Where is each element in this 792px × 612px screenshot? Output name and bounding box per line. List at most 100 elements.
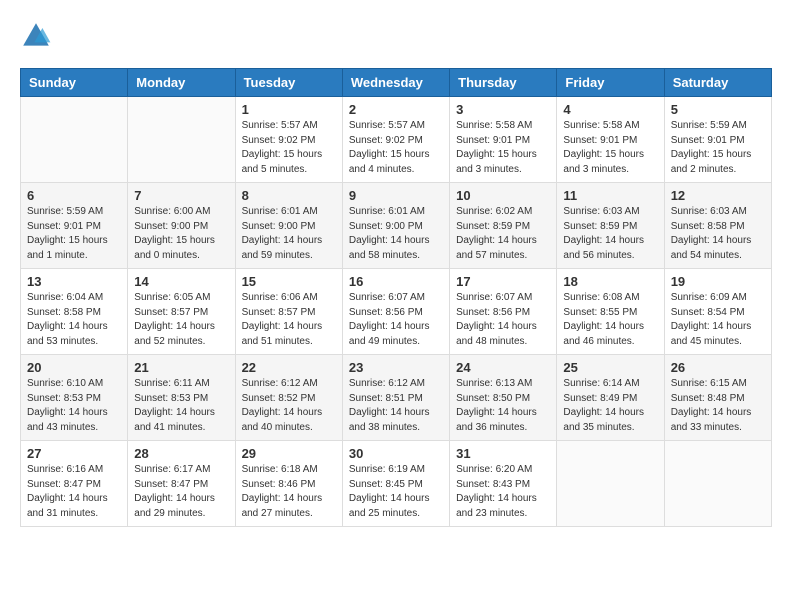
calendar-cell: 23 Sunrise: 6:12 AM Sunset: 8:51 PM Dayli… bbox=[342, 355, 449, 441]
calendar-cell: 3 Sunrise: 5:58 AM Sunset: 9:01 PM Daylig… bbox=[450, 97, 557, 183]
day-number: 13 bbox=[27, 274, 121, 289]
calendar-cell: 20 Sunrise: 6:10 AM Sunset: 8:53 PM Dayli… bbox=[21, 355, 128, 441]
calendar-table: SundayMondayTuesdayWednesdayThursdayFrid… bbox=[20, 68, 772, 527]
day-number: 11 bbox=[563, 188, 657, 203]
calendar-cell: 4 Sunrise: 5:58 AM Sunset: 9:01 PM Daylig… bbox=[557, 97, 664, 183]
calendar-cell: 19 Sunrise: 6:09 AM Sunset: 8:54 PM Dayli… bbox=[664, 269, 771, 355]
day-number: 22 bbox=[242, 360, 336, 375]
day-info: Sunrise: 5:59 AM Sunset: 9:01 PM Dayligh… bbox=[671, 119, 765, 177]
calendar-week-row: 6 Sunrise: 5:59 AM Sunset: 9:01 PM Daylig… bbox=[21, 183, 772, 269]
day-number: 25 bbox=[563, 360, 657, 375]
calendar-cell: 11 Sunrise: 6:03 AM Sunset: 8:59 PM Dayli… bbox=[557, 183, 664, 269]
calendar-cell: 25 Sunrise: 6:14 AM Sunset: 8:49 PM Dayli… bbox=[557, 355, 664, 441]
day-number: 26 bbox=[671, 360, 765, 375]
calendar-week-row: 1 Sunrise: 5:57 AM Sunset: 9:02 PM Daylig… bbox=[21, 97, 772, 183]
calendar-cell: 16 Sunrise: 6:07 AM Sunset: 8:56 PM Dayli… bbox=[342, 269, 449, 355]
day-number: 10 bbox=[456, 188, 550, 203]
day-header-thursday: Thursday bbox=[450, 69, 557, 97]
day-number: 19 bbox=[671, 274, 765, 289]
day-number: 9 bbox=[349, 188, 443, 203]
day-info: Sunrise: 6:13 AM Sunset: 8:50 PM Dayligh… bbox=[456, 377, 550, 435]
logo-icon bbox=[20, 20, 52, 52]
day-number: 23 bbox=[349, 360, 443, 375]
day-number: 1 bbox=[242, 102, 336, 117]
calendar-cell: 15 Sunrise: 6:06 AM Sunset: 8:57 PM Dayli… bbox=[235, 269, 342, 355]
day-number: 24 bbox=[456, 360, 550, 375]
calendar-cell bbox=[21, 97, 128, 183]
calendar-cell: 21 Sunrise: 6:11 AM Sunset: 8:53 PM Dayli… bbox=[128, 355, 235, 441]
day-header-tuesday: Tuesday bbox=[235, 69, 342, 97]
day-info: Sunrise: 6:12 AM Sunset: 8:51 PM Dayligh… bbox=[349, 377, 443, 435]
day-info: Sunrise: 6:00 AM Sunset: 9:00 PM Dayligh… bbox=[134, 205, 228, 263]
day-info: Sunrise: 6:01 AM Sunset: 9:00 PM Dayligh… bbox=[349, 205, 443, 263]
day-header-monday: Monday bbox=[128, 69, 235, 97]
day-info: Sunrise: 6:20 AM Sunset: 8:43 PM Dayligh… bbox=[456, 463, 550, 521]
day-info: Sunrise: 6:07 AM Sunset: 8:56 PM Dayligh… bbox=[456, 291, 550, 349]
day-info: Sunrise: 6:14 AM Sunset: 8:49 PM Dayligh… bbox=[563, 377, 657, 435]
day-info: Sunrise: 6:07 AM Sunset: 8:56 PM Dayligh… bbox=[349, 291, 443, 349]
day-number: 31 bbox=[456, 446, 550, 461]
day-number: 27 bbox=[27, 446, 121, 461]
calendar-cell bbox=[128, 97, 235, 183]
day-number: 2 bbox=[349, 102, 443, 117]
day-info: Sunrise: 6:04 AM Sunset: 8:58 PM Dayligh… bbox=[27, 291, 121, 349]
day-number: 30 bbox=[349, 446, 443, 461]
day-header-friday: Friday bbox=[557, 69, 664, 97]
calendar-cell: 31 Sunrise: 6:20 AM Sunset: 8:43 PM Dayli… bbox=[450, 441, 557, 527]
calendar-cell: 14Sunrise: 6:05 AM Sunset: 8:57 PM Dayli… bbox=[128, 269, 235, 355]
calendar-cell: 24 Sunrise: 6:13 AM Sunset: 8:50 PM Dayli… bbox=[450, 355, 557, 441]
day-info: Sunrise: 6:09 AM Sunset: 8:54 PM Dayligh… bbox=[671, 291, 765, 349]
day-number: 21 bbox=[134, 360, 228, 375]
day-info: Sunrise: 5:58 AM Sunset: 9:01 PM Dayligh… bbox=[456, 119, 550, 177]
day-info: Sunrise: 6:03 AM Sunset: 8:58 PM Dayligh… bbox=[671, 205, 765, 263]
day-info: Sunrise: 6:15 AM Sunset: 8:48 PM Dayligh… bbox=[671, 377, 765, 435]
day-info: Sunrise: 6:11 AM Sunset: 8:53 PM Dayligh… bbox=[134, 377, 228, 435]
day-info: Sunrise: 5:58 AM Sunset: 9:01 PM Dayligh… bbox=[563, 119, 657, 177]
day-number: 28 bbox=[134, 446, 228, 461]
day-info: Sunrise: 6:12 AM Sunset: 8:52 PM Dayligh… bbox=[242, 377, 336, 435]
calendar-week-row: 13 Sunrise: 6:04 AM Sunset: 8:58 PM Dayli… bbox=[21, 269, 772, 355]
day-info: Sunrise: 6:06 AM Sunset: 8:57 PM Dayligh… bbox=[242, 291, 336, 349]
calendar-cell: 30 Sunrise: 6:19 AM Sunset: 8:45 PM Dayli… bbox=[342, 441, 449, 527]
calendar-cell: 9 Sunrise: 6:01 AM Sunset: 9:00 PM Daylig… bbox=[342, 183, 449, 269]
calendar-cell: 28Sunrise: 6:17 AM Sunset: 8:47 PM Dayli… bbox=[128, 441, 235, 527]
calendar-cell bbox=[664, 441, 771, 527]
calendar-cell: 2 Sunrise: 5:57 AM Sunset: 9:02 PM Daylig… bbox=[342, 97, 449, 183]
day-number: 6 bbox=[27, 188, 121, 203]
calendar-cell: 22 Sunrise: 6:12 AM Sunset: 8:52 PM Dayli… bbox=[235, 355, 342, 441]
calendar-week-row: 20 Sunrise: 6:10 AM Sunset: 8:53 PM Dayli… bbox=[21, 355, 772, 441]
day-number: 8 bbox=[242, 188, 336, 203]
day-info: Sunrise: 6:01 AM Sunset: 9:00 PM Dayligh… bbox=[242, 205, 336, 263]
day-info: Sunrise: 6:03 AM Sunset: 8:59 PM Dayligh… bbox=[563, 205, 657, 263]
calendar-cell: 5 Sunrise: 5:59 AM Sunset: 9:01 PM Daylig… bbox=[664, 97, 771, 183]
day-number: 4 bbox=[563, 102, 657, 117]
day-info: Sunrise: 6:02 AM Sunset: 8:59 PM Dayligh… bbox=[456, 205, 550, 263]
day-number: 7 bbox=[134, 188, 228, 203]
calendar-cell: 18 Sunrise: 6:08 AM Sunset: 8:55 PM Dayli… bbox=[557, 269, 664, 355]
day-info: Sunrise: 5:57 AM Sunset: 9:02 PM Dayligh… bbox=[349, 119, 443, 177]
calendar-cell: 26 Sunrise: 6:15 AM Sunset: 8:48 PM Dayli… bbox=[664, 355, 771, 441]
day-info: Sunrise: 6:19 AM Sunset: 8:45 PM Dayligh… bbox=[349, 463, 443, 521]
day-info: Sunrise: 6:10 AM Sunset: 8:53 PM Dayligh… bbox=[27, 377, 121, 435]
day-info: Sunrise: 5:57 AM Sunset: 9:02 PM Dayligh… bbox=[242, 119, 336, 177]
day-number: 17 bbox=[456, 274, 550, 289]
day-number: 29 bbox=[242, 446, 336, 461]
day-number: 18 bbox=[563, 274, 657, 289]
day-number: 14 bbox=[134, 274, 228, 289]
day-header-sunday: Sunday bbox=[21, 69, 128, 97]
day-number: 12 bbox=[671, 188, 765, 203]
day-info: Sunrise: 5:59 AM Sunset: 9:01 PM Dayligh… bbox=[27, 205, 121, 263]
calendar-cell: 12 Sunrise: 6:03 AM Sunset: 8:58 PM Dayli… bbox=[664, 183, 771, 269]
day-info: Sunrise: 6:08 AM Sunset: 8:55 PM Dayligh… bbox=[563, 291, 657, 349]
day-number: 5 bbox=[671, 102, 765, 117]
day-number: 20 bbox=[27, 360, 121, 375]
day-info: Sunrise: 6:18 AM Sunset: 8:46 PM Dayligh… bbox=[242, 463, 336, 521]
calendar-cell: 6 Sunrise: 5:59 AM Sunset: 9:01 PM Daylig… bbox=[21, 183, 128, 269]
day-number: 3 bbox=[456, 102, 550, 117]
day-header-wednesday: Wednesday bbox=[342, 69, 449, 97]
page-header bbox=[20, 20, 772, 52]
day-number: 15 bbox=[242, 274, 336, 289]
day-number: 16 bbox=[349, 274, 443, 289]
calendar-cell: 13 Sunrise: 6:04 AM Sunset: 8:58 PM Dayli… bbox=[21, 269, 128, 355]
calendar-cell: 10 Sunrise: 6:02 AM Sunset: 8:59 PM Dayli… bbox=[450, 183, 557, 269]
